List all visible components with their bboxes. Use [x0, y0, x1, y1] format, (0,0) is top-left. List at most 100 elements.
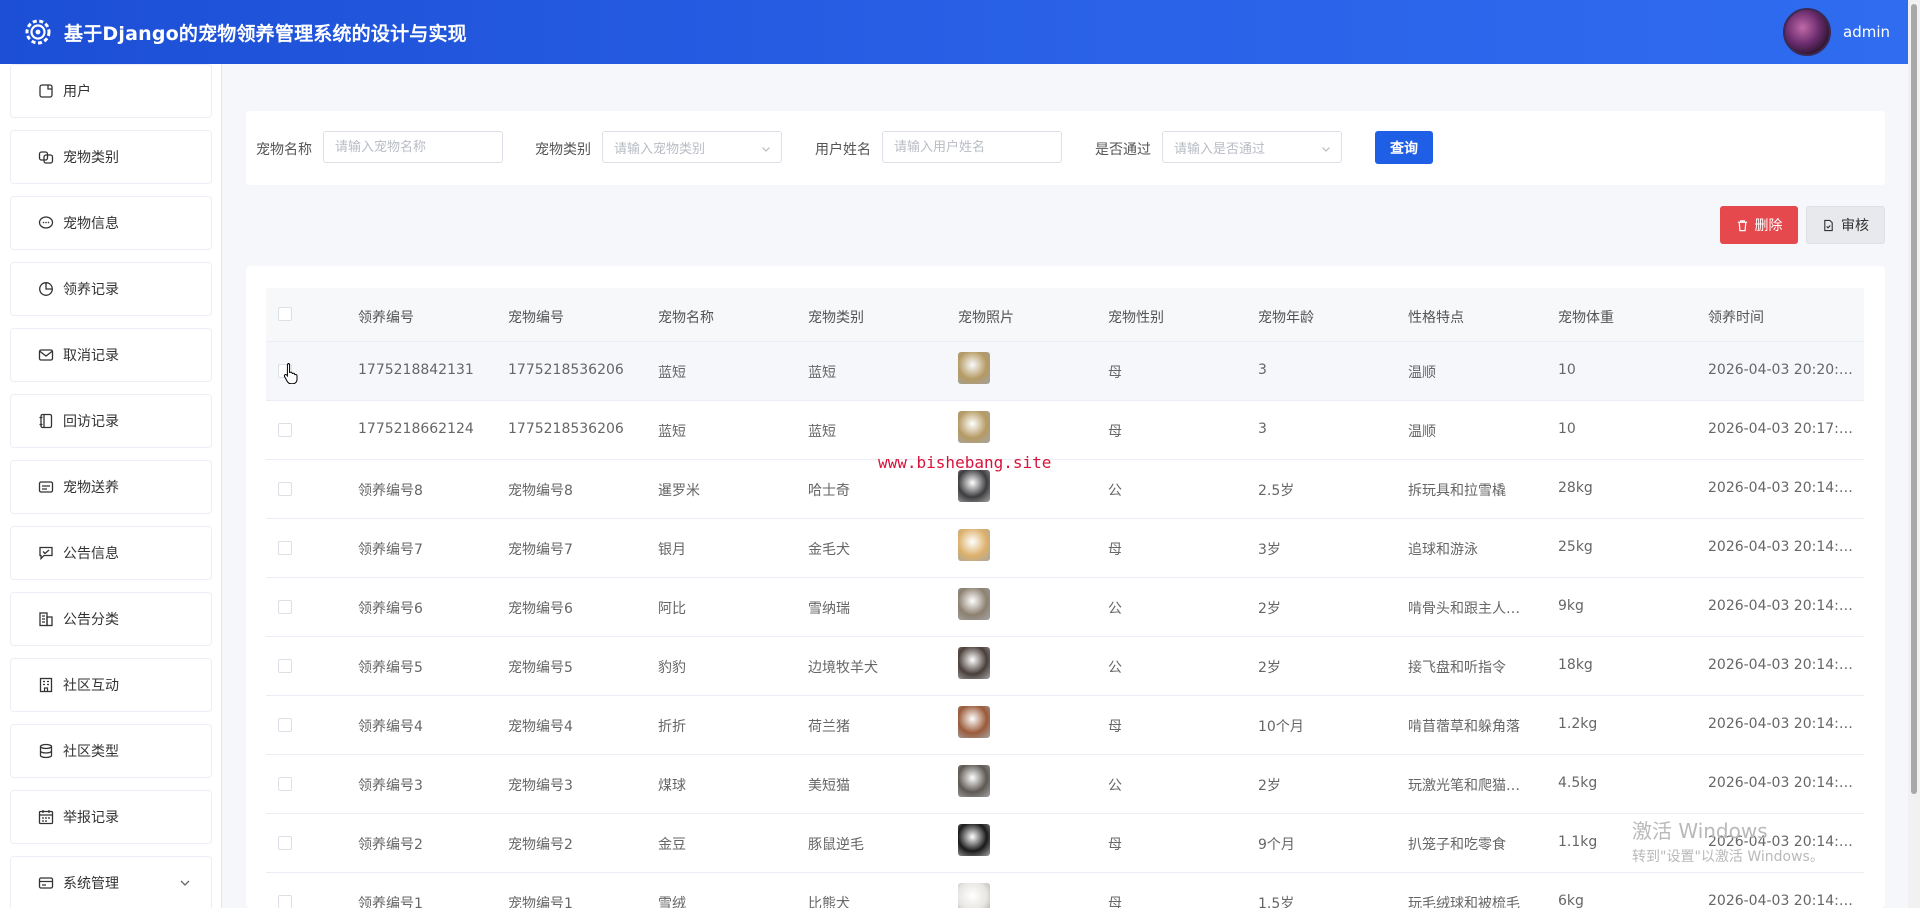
table-row[interactable]: 领养编号7 宠物编号7 银月 金毛犬 母 3岁 追球和游泳 25kg 2026-04-03 20… [266, 519, 1864, 578]
column-header[interactable]: 宠物年龄 [1258, 307, 1314, 327]
sidebar-item-cancel-records[interactable]: 取消记录 [10, 328, 212, 382]
row-checkbox[interactable] [278, 777, 292, 791]
column-header[interactable]: 宠物体重 [1558, 307, 1614, 327]
page-scrollbar[interactable] [1908, 0, 1920, 908]
column-header[interactable]: 宠物名称 [658, 307, 714, 327]
cell-weight: 4.5kg [1558, 775, 1598, 791]
cell-weight: 25kg [1558, 539, 1593, 555]
cell-pet-id: 宠物编号2 [508, 837, 573, 853]
select-all-checkbox[interactable] [278, 307, 292, 321]
pet-name-input[interactable] [323, 131, 503, 163]
cell-time: 2026-04-03 20:14:… [1708, 716, 1853, 732]
cell-name: 蓝短 [658, 424, 686, 440]
cat-photo[interactable] [958, 352, 990, 384]
table-row[interactable]: 领养编号4 宠物编号4 折折 荷兰猪 母 10个月 啃苜蓿草和躲角落 1.2kg 2026-04… [266, 696, 1864, 755]
cell-weight: 9kg [1558, 598, 1584, 614]
card-icon [37, 478, 55, 496]
approved-select[interactable]: 请输入是否通过 [1162, 131, 1342, 163]
cell-adopt-id: 1775218662124 [358, 421, 474, 437]
cell-trait: 追球和游泳 [1408, 542, 1478, 558]
cell-category: 哈士奇 [808, 483, 850, 499]
cell-trait: 温顺 [1408, 365, 1436, 381]
row-checkbox[interactable] [278, 482, 292, 496]
table-row[interactable]: 1775218662124 1775218536206 蓝短 蓝短 母 3 温顺 10 2026… [266, 401, 1864, 460]
sidebar-item-follow-up-records[interactable]: 回访记录 [10, 394, 212, 448]
user-menu[interactable]: admin [1783, 8, 1890, 56]
delete-button[interactable]: 删除 [1720, 206, 1798, 244]
column-header[interactable]: 宠物性别 [1108, 307, 1164, 327]
cell-age: 3 [1258, 362, 1267, 378]
table-row[interactable]: 领养编号5 宠物编号5 豹豹 边境牧羊犬 公 2岁 接飞盘和听指令 18kg 2026-04-0… [266, 637, 1864, 696]
cell-category: 比熊犬 [808, 896, 850, 908]
sidebar-item-community-types[interactable]: 社区类型 [10, 724, 212, 778]
row-checkbox[interactable] [278, 659, 292, 673]
cell-age: 2岁 [1258, 778, 1281, 794]
cell-pet-id: 宠物编号6 [508, 601, 573, 617]
notebook-icon [37, 412, 55, 430]
column-header[interactable]: 领养编号 [358, 307, 414, 327]
sidebar-item-pet-category[interactable]: 宠物类别 [10, 130, 212, 184]
schnauzer-photo[interactable] [958, 588, 990, 620]
husky-photo[interactable] [958, 470, 990, 502]
row-checkbox[interactable] [278, 718, 292, 732]
sidebar-item-label: 社区互动 [63, 678, 119, 694]
scrollbar-thumb[interactable] [1911, 4, 1917, 794]
table-row[interactable]: 1775218842131 1775218536206 蓝短 蓝短 母 3 温顺 10 2026… [266, 342, 1864, 401]
cell-gender: 母 [1108, 896, 1122, 908]
sidebar-item-report-records[interactable]: 举报记录 [10, 790, 212, 844]
review-button[interactable]: 审核 [1806, 206, 1885, 244]
table-row[interactable]: 领养编号6 宠物编号6 阿比 雪纳瑞 公 2岁 啃骨头和跟主人… 9kg 2026-04-03 … [266, 578, 1864, 637]
cell-category: 边境牧羊犬 [808, 660, 878, 676]
column-header[interactable]: 宠物类别 [808, 307, 864, 327]
row-checkbox[interactable] [278, 423, 292, 437]
cell-gender: 母 [1108, 837, 1122, 853]
pie-chart-icon [37, 280, 55, 298]
sidebar-item-system-management[interactable]: 系统管理 [10, 856, 212, 908]
sidebar-item-user[interactable]: 用户 [10, 64, 212, 118]
cell-weight: 18kg [1558, 657, 1593, 673]
cell-name: 阿比 [658, 601, 686, 617]
golden-photo[interactable] [958, 529, 990, 561]
tabby-photo[interactable] [958, 765, 990, 797]
sidebar-item-announcements[interactable]: 公告信息 [10, 526, 212, 580]
column-header[interactable]: 性格特点 [1408, 307, 1464, 327]
cell-gender: 母 [1108, 365, 1122, 381]
table-row[interactable]: 领养编号2 宠物编号2 金豆 豚鼠逆毛 母 9个月 扒笼子和吃零食 1.1kg 2026-04-… [266, 814, 1864, 873]
cell-trait: 玩毛绒球和被梳毛 [1408, 896, 1520, 908]
black-guinea-photo[interactable] [958, 824, 990, 856]
user-name-input[interactable] [882, 131, 1062, 163]
guinea-pig-photo[interactable] [958, 706, 990, 738]
sidebar-item-announcement-categories[interactable]: 公告分类 [10, 592, 212, 646]
cell-pet-id: 宠物编号5 [508, 660, 573, 676]
column-header[interactable]: 宠物编号 [508, 307, 564, 327]
query-button[interactable]: 查询 [1375, 131, 1433, 164]
user-name-label: 用户姓名 [815, 142, 871, 158]
gear-logo-icon [20, 14, 56, 50]
cell-adopt-id: 领养编号2 [358, 837, 423, 853]
cell-age: 10个月 [1258, 719, 1304, 735]
cat-photo[interactable] [958, 411, 990, 443]
avatar[interactable] [1783, 8, 1831, 56]
column-header[interactable]: 宠物照片 [958, 307, 1014, 327]
row-checkbox[interactable] [278, 895, 292, 908]
table-row[interactable]: 领养编号1 宠物编号1 雪绒 比熊犬 母 1.5岁 玩毛绒球和被梳毛 6kg 2026-04-0… [266, 873, 1864, 908]
table-row[interactable]: 领养编号3 宠物编号3 煤球 美短猫 公 2岁 玩激光笔和爬猫… 4.5kg 2026-04-0… [266, 755, 1864, 814]
building-icon [37, 610, 55, 628]
sidebar-item-adoption-records[interactable]: 领养记录 [10, 262, 212, 316]
row-checkbox[interactable] [278, 836, 292, 850]
bichon-photo[interactable] [958, 883, 990, 908]
collie-photo[interactable] [958, 647, 990, 679]
sidebar-item-pet-info[interactable]: 宠物信息 [10, 196, 212, 250]
cell-pet-id: 宠物编号4 [508, 719, 573, 735]
sidebar-item-pet-rehome[interactable]: 宠物送养 [10, 460, 212, 514]
pet-category-select[interactable]: 请输入宠物类别 [602, 131, 782, 163]
sidebar-item-community[interactable]: 社区互动 [10, 658, 212, 712]
cell-name: 煤球 [658, 778, 686, 794]
row-checkbox[interactable] [278, 541, 292, 555]
approved-placeholder: 请输入是否通过 [1174, 141, 1266, 157]
cell-name: 暹罗米 [658, 483, 700, 499]
row-checkbox[interactable] [278, 600, 292, 614]
table-row[interactable]: 领养编号8 宠物编号8 暹罗米 哈士奇 公 2.5岁 拆玩具和拉雪橇 28kg 2026-04-… [266, 460, 1864, 519]
column-header[interactable]: 领养时间 [1708, 307, 1764, 327]
username[interactable]: admin [1843, 23, 1890, 41]
